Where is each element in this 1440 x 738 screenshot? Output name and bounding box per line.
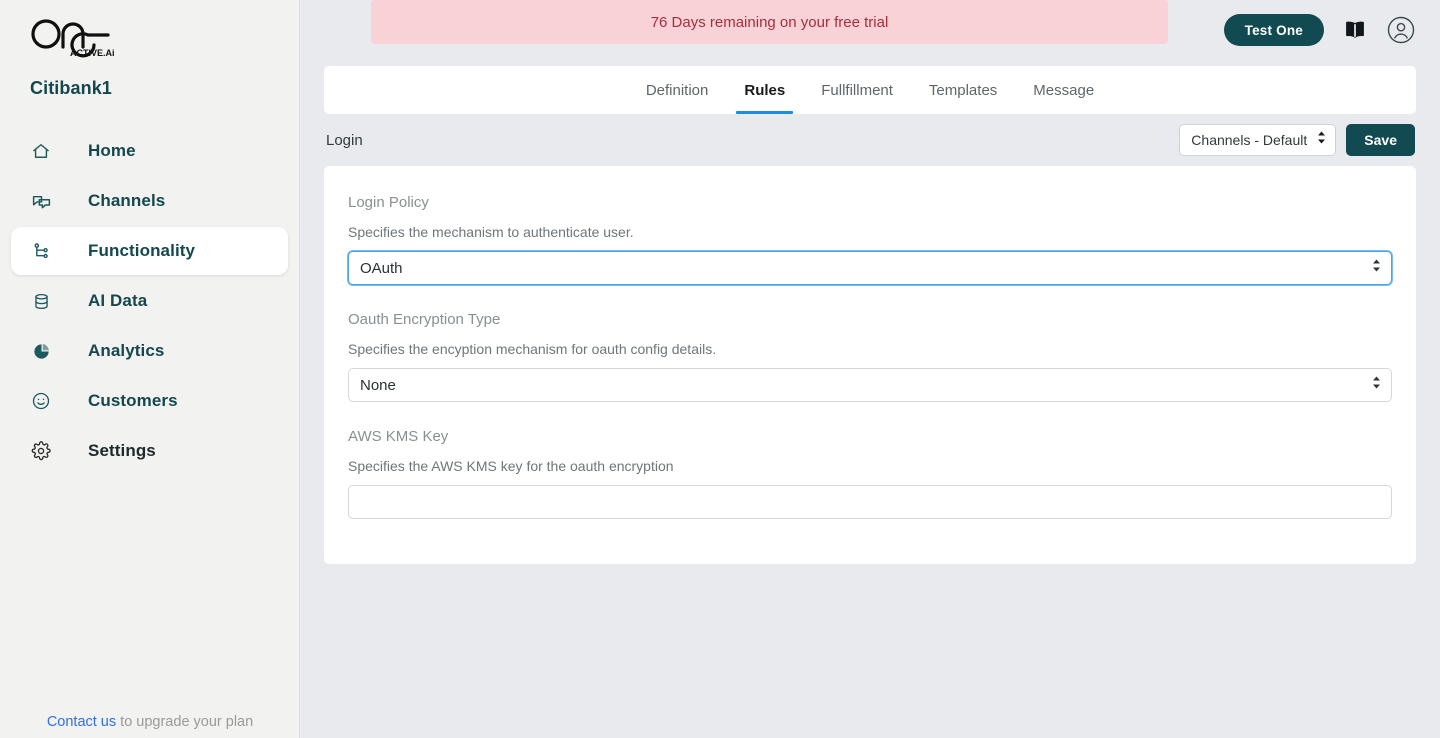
sidebar-item-label: Customers [88, 391, 178, 410]
field-description: Specifies the encyption mechanism for oa… [348, 341, 717, 357]
sidebar-item-channels[interactable]: Channels [11, 177, 288, 225]
tab-rules[interactable]: Rules [726, 66, 803, 114]
sidebar-item-ai-data[interactable]: AI Data [11, 277, 288, 325]
database-icon [30, 290, 52, 312]
contact-us-link[interactable]: Contact us [47, 714, 116, 730]
sidebar: ACTIVE.Ai Citibank1 Home Channels Functi… [0, 0, 300, 738]
field-login-policy: Login Policy Specifies the mechanism to … [348, 194, 1392, 285]
field-description: Specifies the mechanism to authenticate … [348, 224, 634, 240]
sidebar-item-customers[interactable]: Customers [11, 377, 288, 425]
app-root: ACTIVE.Ai Citibank1 Home Channels Functi… [0, 0, 1440, 738]
form-fields: Login Policy Specifies the mechanism to … [339, 194, 1401, 519]
login-policy-select[interactable]: OAuth [348, 251, 1392, 285]
save-button[interactable]: Save [1346, 124, 1415, 156]
sidebar-item-label: AI Data [88, 291, 148, 310]
field-label: Oauth Encryption Type [348, 311, 501, 328]
topbar-actions: Test One [1223, 14, 1416, 46]
rules-form-card: Login Policy Specifies the mechanism to … [324, 166, 1416, 564]
tab-templates[interactable]: Templates [911, 66, 1015, 114]
login-policy-select-wrapper: OAuth [348, 251, 1392, 285]
field-oauth-encryption-type: Oauth Encryption Type Specifies the ency… [348, 311, 1392, 402]
aws-kms-key-input[interactable] [348, 485, 1392, 519]
sidebar-item-label: Home [88, 141, 136, 160]
tab-message[interactable]: Message [1015, 66, 1112, 114]
channel-select-wrapper: Channels - Default [1179, 124, 1337, 156]
smiley-face-icon [30, 390, 52, 412]
trial-banner: 76 Days remaining on your free trial [371, 0, 1168, 44]
oauth-encryption-type-select[interactable]: None [348, 368, 1392, 402]
node-tree-icon [30, 240, 52, 262]
brand-logo[interactable]: ACTIVE.Ai [0, 0, 299, 62]
tab-definition[interactable]: Definition [628, 66, 727, 114]
sidebar-item-home[interactable]: Home [11, 127, 288, 175]
field-label: Login Policy [348, 194, 429, 211]
chat-bubbles-icon [30, 190, 52, 212]
sidebar-item-label: Settings [88, 441, 156, 460]
oauth-encryption-select-wrapper: None [348, 368, 1392, 402]
sidebar-item-label: Analytics [88, 341, 165, 360]
field-label: AWS KMS Key [348, 428, 449, 445]
sidebar-item-label: Functionality [88, 241, 196, 260]
content-toolbar: Login Channels - Default Save [324, 114, 1416, 166]
home-icon [30, 140, 52, 162]
one-activeai-logo-icon: ACTIVE.Ai [31, 19, 115, 58]
sidebar-item-analytics[interactable]: Analytics [11, 327, 288, 375]
pie-chart-icon [30, 340, 52, 362]
sidebar-item-functionality[interactable]: Functionality [11, 227, 288, 275]
channel-select[interactable]: Channels - Default [1179, 124, 1337, 156]
main-area: 76 Days remaining on your free trial Tes… [300, 0, 1440, 738]
sidebar-footer: Contact us to upgrade your plan [0, 714, 300, 730]
sidebar-item-settings[interactable]: Settings [11, 427, 288, 475]
book-icon[interactable] [1340, 15, 1370, 45]
tab-fullfillment[interactable]: Fullfillment [803, 66, 911, 114]
sidebar-nav: Home Channels Functionality AI Data Anal… [0, 127, 299, 475]
user-avatar-icon[interactable] [1386, 15, 1416, 45]
page-title: Login [326, 131, 363, 149]
svg-text:ACTIVE.Ai: ACTIVE.Ai [70, 48, 115, 58]
field-description: Specifies the AWS KMS key for the oauth … [348, 458, 674, 474]
test-one-button[interactable]: Test One [1223, 14, 1324, 46]
field-aws-kms-key: AWS KMS Key Specifies the AWS KMS key fo… [348, 428, 1392, 519]
toolbar-actions: Channels - Default Save [1179, 124, 1415, 156]
tab-bar: Definition Rules Fullfillment Templates … [628, 66, 1112, 114]
gear-icon [30, 440, 52, 462]
tabs-card: Definition Rules Fullfillment Templates … [324, 66, 1416, 114]
upgrade-plan-text: to upgrade your plan [116, 714, 254, 730]
topbar: 76 Days remaining on your free trial Tes… [300, 0, 1440, 62]
sidebar-item-label: Channels [88, 191, 166, 210]
workspace-name: Citibank1 [30, 78, 112, 98]
